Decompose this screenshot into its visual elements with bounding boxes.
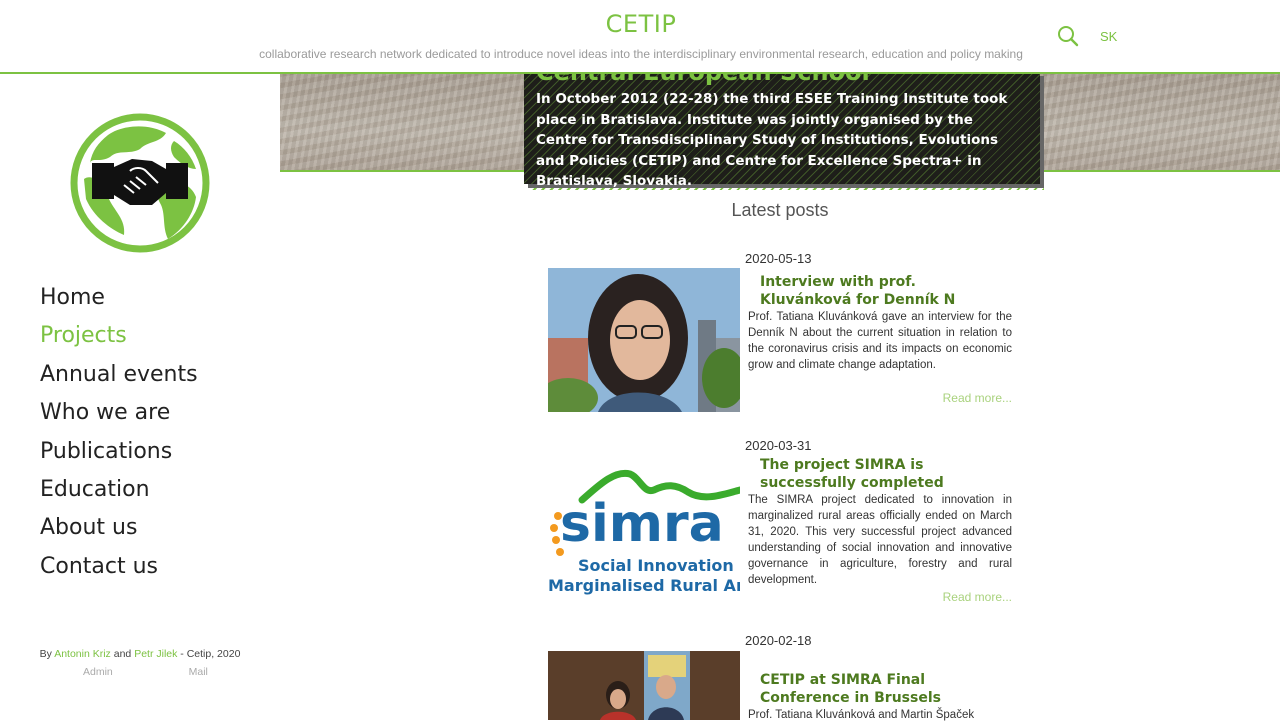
nav-item-who-we-are[interactable]: Who we are xyxy=(40,398,198,436)
credits-suffix: - Cetip, 2020 xyxy=(180,648,241,660)
author-link-2[interactable]: Petr Jilek xyxy=(134,648,177,660)
search-button[interactable] xyxy=(1056,24,1080,48)
post-image[interactable] xyxy=(548,268,740,412)
nav-item-projects[interactable]: Projects xyxy=(40,321,198,359)
author-link-1[interactable]: Antonin Kriz xyxy=(54,648,111,660)
site-tagline: collaborative research network dedicated… xyxy=(259,47,1023,61)
post-date: 2020-02-18 xyxy=(745,633,812,648)
post-title[interactable]: Interview with prof. Kluvánková for Denn… xyxy=(760,273,1010,309)
hero-text: In October 2012 (22-28) the third ESEE T… xyxy=(536,91,1008,189)
nav-item-home[interactable]: Home xyxy=(40,283,198,321)
nav-item-contact-us[interactable]: Contact us xyxy=(40,552,198,590)
latest-posts-heading: Latest posts xyxy=(731,200,829,220)
credit-links: Admin Mail xyxy=(83,666,208,678)
hero-caption: Central European School In October 2012 … xyxy=(524,58,1040,189)
simra-logo-word: simra xyxy=(560,494,724,554)
site-title[interactable]: CETIP xyxy=(0,10,1280,38)
handshake-globe-logo[interactable] xyxy=(70,113,210,253)
read-more-link[interactable]: Read more... xyxy=(900,590,1012,604)
post-excerpt: Prof. Tatiana Kluvánková and Martin Špač… xyxy=(748,709,975,721)
nav-item-education[interactable]: Education xyxy=(40,475,198,513)
credits-and: and xyxy=(113,648,132,660)
site-header: CETIP collaborative research network ded… xyxy=(0,0,1280,74)
simra-logo-line2: Marginalised Rural Areas xyxy=(548,576,740,595)
main-nav: Home Projects Annual events Who we are P… xyxy=(40,283,198,590)
credits: By Antonin Kriz and Petr Jilek - Cetip, … xyxy=(0,648,280,660)
post-title[interactable]: The project SIMRA is successfully comple… xyxy=(760,456,1010,492)
nav-item-about-us[interactable]: About us xyxy=(40,513,198,551)
nav-item-publications[interactable]: Publications xyxy=(40,437,198,475)
mail-link[interactable]: Mail xyxy=(189,666,208,678)
post-image[interactable]: simra Social Innovation Marginalised Rur… xyxy=(548,456,740,600)
language-switch[interactable]: SK xyxy=(1100,29,1117,44)
post-image[interactable] xyxy=(548,651,740,720)
credits-by: By xyxy=(39,648,52,660)
post-date: 2020-03-31 xyxy=(745,438,812,453)
search-icon xyxy=(1058,26,1079,47)
read-more-link[interactable]: Read more... xyxy=(900,391,1012,405)
admin-link[interactable]: Admin xyxy=(83,666,113,678)
post-title[interactable]: CETIP at SIMRA Final Conference in Bruss… xyxy=(760,671,1010,707)
simra-logo-line1: Social Innovation xyxy=(578,556,734,575)
nav-item-annual-events[interactable]: Annual events xyxy=(40,360,198,398)
post-excerpt: Prof. Tatiana Kluvánková gave an intervi… xyxy=(748,311,1012,371)
post-excerpt: The SIMRA project dedicated to innovatio… xyxy=(748,494,1012,586)
post-date: 2020-05-13 xyxy=(745,251,812,266)
